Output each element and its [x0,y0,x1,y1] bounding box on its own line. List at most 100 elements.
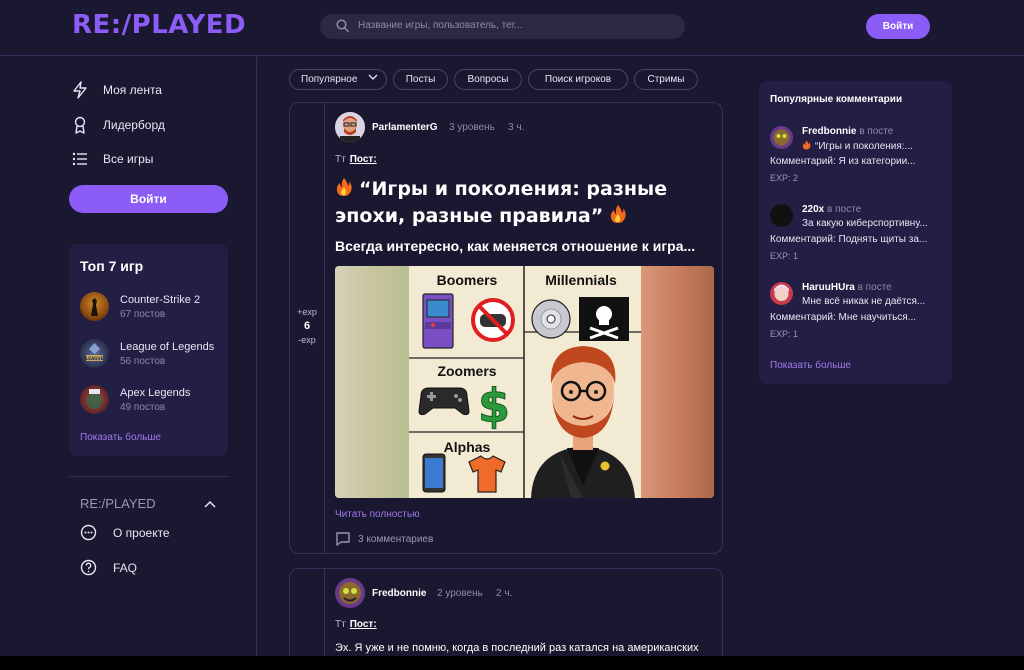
comment-exp: EXP: 1 [770,251,799,261]
sidebar-item-all-games[interactable]: Все игры [72,149,222,169]
top-header: RE:/PLAYED Название игры, пользователь, … [0,0,1024,56]
dots-circle-icon [80,524,97,544]
post-type-label: Пост: [349,619,377,630]
post-title[interactable]: “Игры и поколения: разные эпохи, разные … [335,176,715,230]
vote-column-divider [324,569,325,670]
comment-post-title[interactable]: “Игры и поколения:... [802,140,913,152]
dollar-icon: $ [478,379,510,433]
comment-author[interactable]: 220x [802,204,824,215]
avatar[interactable] [770,282,793,305]
comment-author-row: 220x в посте [802,204,861,215]
popular-comments-title: Популярные комментарии [770,94,903,105]
filter-streams[interactable]: Стримы [634,69,698,90]
sidebar-item-label: FAQ [113,561,138,575]
top-games-card: Топ 7 игр Counter-Strike 2 67 постов LEA… [69,244,228,456]
feed-post[interactable]: ParlamenterG 3 уровень 3 ч. Tт Пост: “Игр… [289,102,723,554]
post-time: 2 ч. [496,588,513,599]
image-label-zoomers: Zoomers [437,363,496,379]
lightning-icon [72,81,88,102]
post-image[interactable]: Boomers Millennials Zoomers Alphas $ [335,266,714,498]
award-icon [72,116,88,137]
game-avatar: LEAGUE [80,339,109,368]
brand-section-title: RE:/PLAYED [80,496,156,511]
filter-posts[interactable]: Посты [393,69,448,90]
vote-count: 6 [303,320,311,332]
top-games-title: Топ 7 игр [80,258,144,274]
phone-icon [422,453,446,493]
pirate-flag-icon [579,297,629,341]
top-games-show-more-link[interactable]: Показать больше [80,432,161,443]
avatar[interactable] [335,578,365,608]
text-type-icon: Tт [335,619,346,630]
filter-popular-dropdown[interactable]: Популярное [289,69,387,90]
game-name: Counter-Strike 2 [120,294,201,306]
feed-post[interactable]: Fredbonnie 2 уровень 2 ч. Tт Пост: Эх. Я … [289,568,723,670]
vote-column-divider [324,103,325,553]
image-label-millennials: Millennials [545,272,617,288]
login-button[interactable]: Войти [866,14,930,39]
sidebar-item-label: О проекте [113,526,170,540]
game-item[interactable]: LEAGUE League of Legends 56 постов [80,339,225,369]
filter-questions[interactable]: Вопросы [454,69,522,90]
question-circle-icon [80,559,97,579]
fire-icon [611,205,626,223]
author-level: 3 уровень [449,122,495,133]
bottom-bar [0,656,1024,670]
post-text: Эх. Я уже и не помню, когда в последний … [335,642,699,654]
comment-icon [336,532,350,546]
site-logo[interactable]: RE:/PLAYED [72,10,246,40]
filter-player-search[interactable]: Поиск игроков [528,69,628,90]
post-author[interactable]: ParlamenterG [372,122,438,133]
comment-post-title[interactable]: Мне всё никак не даётся... [802,296,925,307]
game-avatar [80,292,109,321]
comments-button[interactable]: 3 комментариев [335,531,433,550]
post-type-row: Tт Пост: [335,619,377,630]
brand-section-toggle[interactable]: RE:/PLAYED [80,495,220,511]
image-label-boomers: Boomers [437,272,498,288]
game-post-count: 67 постов [120,309,166,320]
game-name: Apex Legends [120,387,191,399]
author-level: 2 уровень [437,588,483,599]
sidebar-item-label: Все игры [103,152,154,166]
search-input[interactable]: Название игры, пользователь, тег... [320,14,685,39]
sidebar-item-about[interactable]: О проекте [72,523,222,543]
comment-in-post: в посте [827,204,862,215]
chevron-up-icon [204,497,216,515]
comment-text: Комментарий: Поднять щиты за... [770,234,928,245]
comments-count: 3 комментариев [358,534,434,545]
sidebar-item-feed[interactable]: Моя лента [72,80,222,100]
avatar[interactable] [770,126,793,149]
comment-author[interactable]: Fredbonnie [802,126,856,137]
avatar[interactable] [770,204,793,227]
avatar[interactable] [335,112,365,142]
sidebar-item-faq[interactable]: FAQ [72,558,222,578]
sidebar-login-button[interactable]: Войти [69,185,228,213]
post-type-label: Пост: [349,154,377,165]
comment-exp: EXP: 1 [770,329,799,339]
game-post-count: 56 постов [120,356,166,367]
game-item[interactable]: Counter-Strike 2 67 постов [80,292,225,322]
comment-author-row: Fredbonnie в посте [802,126,893,137]
no-gamepad-icon [471,298,515,342]
upvote-button[interactable]: +exp [290,307,324,317]
downvote-button[interactable]: -exp [290,335,324,345]
popular-comments-show-more-link[interactable]: Показать больше [770,360,851,371]
post-time: 3 ч. [508,122,525,133]
svg-text:LEAGUE: LEAGUE [86,356,104,361]
comment-author[interactable]: HaruuHUra [802,282,855,293]
vote-widget: +exp 6 -exp [290,307,324,345]
sidebar-item-label: Лидерборд [103,118,165,132]
sidebar-separator [69,476,228,477]
comment-post-title[interactable]: За какую киберспортивну... [802,218,928,229]
comment-text: Комментарий: Я из категории... [770,156,916,167]
chevron-down-icon [368,70,378,89]
sidebar-item-leaderboard[interactable]: Лидерборд [72,115,222,135]
game-name: League of Legends [120,341,215,353]
post-type-row: Tт Пост: [335,154,377,165]
list-icon [72,150,88,171]
read-more-link[interactable]: Читать полностью [335,509,420,520]
post-author[interactable]: Fredbonnie [372,588,426,599]
comment-text: Комментарий: Мне научиться... [770,312,917,323]
game-item[interactable]: Apex Legends 49 постов [80,385,225,415]
arcade-icon [422,293,454,349]
